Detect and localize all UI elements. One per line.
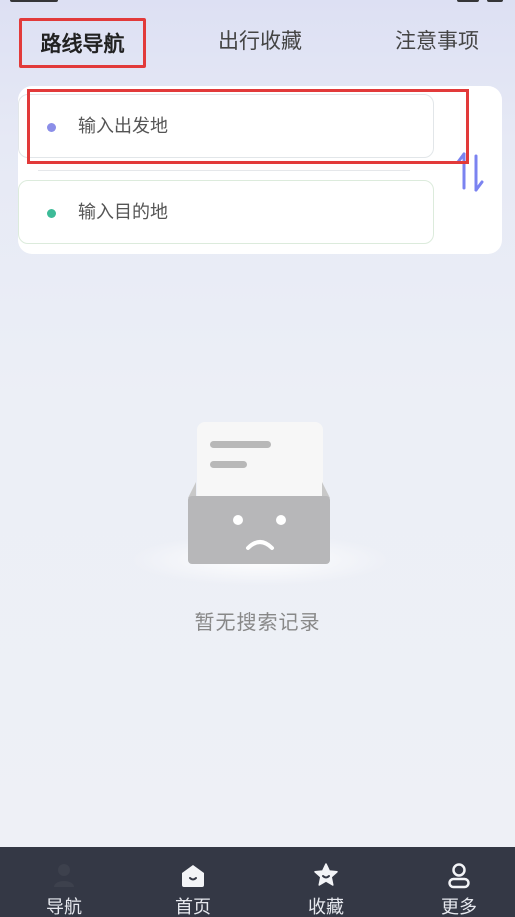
route-input-card: 输入出发地 输入目的地 (18, 86, 502, 254)
route-divider (38, 170, 410, 171)
battery-icon (487, 0, 503, 2)
empty-state-text: 暂无搜索记录 (194, 610, 321, 634)
end-dot-icon (47, 209, 56, 218)
tab-route-navigation[interactable]: 路线导航 (19, 18, 146, 68)
nav-label-navigation: 导航 (46, 897, 82, 917)
swap-vertical-icon[interactable] (454, 150, 486, 194)
bottom-navigation: 导航 首页 收藏 更多 (0, 847, 515, 917)
signal-icon (457, 0, 479, 2)
destination-input[interactable]: 输入目的地 (18, 180, 434, 244)
nav-item-more[interactable]: 更多 (395, 847, 515, 917)
profile-icon (445, 861, 473, 889)
nav-label-home: 首页 (175, 897, 211, 917)
empty-box-icon (130, 410, 390, 590)
destination-placeholder: 输入目的地 (78, 202, 168, 223)
start-dot-icon (47, 123, 56, 132)
start-location-input[interactable]: 输入出发地 (18, 94, 434, 158)
nav-label-favorites: 收藏 (308, 897, 344, 917)
nav-item-favorites[interactable]: 收藏 (262, 847, 390, 917)
home-icon (179, 861, 207, 889)
nav-item-navigation[interactable]: 导航 (0, 847, 128, 917)
person-icon (50, 861, 78, 889)
tab-notes[interactable]: 注意事项 (378, 18, 496, 68)
nav-item-home[interactable]: 首页 (129, 847, 257, 917)
star-icon (312, 861, 340, 889)
tab-bar: 路线导航 出行收藏 注意事项 (0, 18, 515, 68)
status-time (10, 0, 58, 2)
status-bar (0, 0, 515, 8)
tab-travel-favorites[interactable]: 出行收藏 (200, 18, 320, 68)
start-location-placeholder: 输入出发地 (78, 116, 168, 137)
nav-label-more: 更多 (441, 897, 477, 917)
